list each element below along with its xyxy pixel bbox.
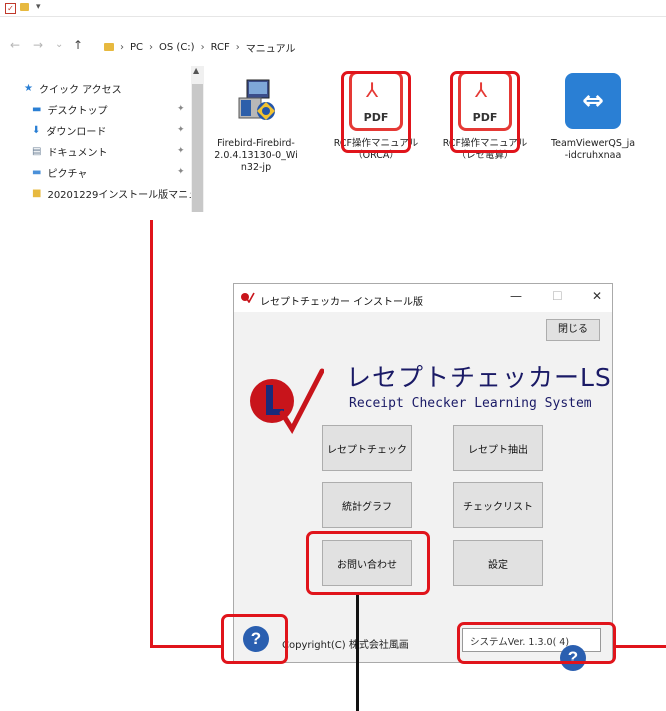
- connector-line: [150, 220, 153, 648]
- breadcrumb-item-manual[interactable]: マニュアル: [246, 40, 296, 55]
- nav-item-desktop[interactable]: ▬ デスクトップ ✦: [24, 99, 204, 120]
- brand-title-en: Receipt Checker Learning System: [349, 396, 592, 411]
- breadcrumb-item-drive[interactable]: OS (C:): [159, 42, 195, 53]
- highlight-box-version: [457, 622, 616, 664]
- minimize-button[interactable]: —: [510, 289, 522, 303]
- file-item-teamviewer[interactable]: ⇔ TeamViewerQS_ja -idcruhxnaa: [548, 70, 638, 162]
- highlight-box-pdf-orca: [341, 71, 411, 153]
- installer-dialog: レセプトチェッカー インストール版 — ☐ ✕ 閉じる レセプトチェッカーLS …: [233, 283, 613, 663]
- file-name: -idcruhxnaa: [564, 150, 622, 161]
- breadcrumb: › PC › OS (C:) › RCF › マニュアル: [104, 39, 295, 55]
- maximize-button[interactable]: ☐: [552, 289, 563, 303]
- pin-icon: ✦: [177, 104, 185, 114]
- nav-item-manual-folder[interactable]: ■ 20201229インストール版マニュアル: [24, 183, 192, 204]
- checkbox-icon[interactable]: ✓: [5, 3, 16, 14]
- file-name: 2.0.4.13130-0_Wi: [214, 150, 298, 161]
- file-name: Firebird-Firebird-: [217, 138, 295, 149]
- scroll-up-icon[interactable]: ▲: [193, 66, 199, 75]
- nav-item-label: ダウンロード: [46, 127, 107, 138]
- recent-locations-icon[interactable]: ⌄: [55, 39, 63, 50]
- breadcrumb-separator: ›: [149, 41, 154, 53]
- address-bar-row: [0, 32, 666, 58]
- nav-item-label: ドキュメント: [47, 148, 108, 159]
- folder-icon: [104, 43, 114, 51]
- breadcrumb-separator: ›: [235, 41, 240, 53]
- pin-icon: ✦: [177, 167, 185, 177]
- folder-icon[interactable]: [20, 3, 29, 11]
- close-window-button[interactable]: ✕: [592, 289, 602, 303]
- up-arrow-icon[interactable]: ↑: [73, 38, 83, 52]
- copyright-text: Copyright(C) 株式会社風画: [282, 640, 409, 651]
- stats-graph-button[interactable]: 統計グラフ: [322, 482, 412, 528]
- checklist-button[interactable]: チェックリスト: [453, 482, 543, 528]
- nav-item-documents[interactable]: ▤ ドキュメント ✦: [24, 141, 204, 162]
- nav-item-label: 20201229インストール版マニュアル: [47, 190, 192, 201]
- setup-icon: [238, 79, 275, 120]
- close-button[interactable]: 閉じる: [546, 319, 600, 341]
- settings-button[interactable]: 設定: [453, 540, 543, 586]
- receipt-check-button[interactable]: レセプトチェック: [322, 425, 412, 471]
- app-logo-icon: [241, 292, 255, 303]
- file-item-firebird[interactable]: Firebird-Firebird- 2.0.4.13130-0_Wi n32-…: [211, 70, 301, 174]
- file-name: n32-jp: [240, 162, 272, 173]
- brand-title-jp: レセプトチェッカーLS: [346, 363, 612, 392]
- connector-line: [356, 595, 359, 711]
- download-icon: ⬇: [32, 125, 41, 136]
- star-icon: ★: [24, 83, 33, 94]
- nav-item-quick-access[interactable]: ★ クイック アクセス: [24, 78, 204, 99]
- nav-item-label: デスクトップ: [47, 106, 108, 117]
- nav-item-label: クイック アクセス: [38, 85, 122, 96]
- highlight-box-pdf-rece: [450, 71, 520, 153]
- pictures-icon: ▬: [32, 167, 42, 178]
- nav-item-downloads[interactable]: ⬇ ダウンロード ✦: [24, 120, 204, 141]
- receipt-extract-button[interactable]: レセプト抽出: [453, 425, 543, 471]
- pin-icon: ✦: [177, 125, 185, 135]
- nav-item-pictures[interactable]: ▬ ピクチャ ✦: [24, 162, 204, 183]
- highlight-box-inquiry: [306, 531, 430, 595]
- chevron-down-icon[interactable]: ▾: [36, 2, 41, 12]
- desktop-icon: ▬: [32, 104, 42, 115]
- document-icon: ▤: [32, 146, 42, 157]
- brand-logo: [250, 368, 324, 435]
- breadcrumb-item-rcf[interactable]: RCF: [211, 42, 230, 53]
- explorer-titlebar: [0, 0, 666, 17]
- scrollbar-thumb[interactable]: [192, 84, 203, 212]
- navigation-pane: ★ クイック アクセス ▬ デスクトップ ✦ ⬇ ダウンロード ✦ ▤ ドキュメ…: [24, 78, 204, 204]
- connector-line: [150, 645, 222, 648]
- dialog-title: レセプトチェッカー インストール版: [260, 297, 423, 308]
- file-name: TeamViewerQS_ja: [550, 138, 636, 149]
- folder-icon: ■: [32, 188, 42, 199]
- connector-line: [616, 645, 666, 648]
- breadcrumb-item-pc[interactable]: PC: [130, 42, 143, 53]
- breadcrumb-separator: ›: [200, 41, 205, 53]
- teamviewer-icon: ⇔: [565, 73, 621, 129]
- pin-icon: ✦: [177, 146, 185, 156]
- back-arrow-icon[interactable]: ←: [10, 38, 20, 52]
- nav-item-label: ピクチャ: [47, 169, 88, 180]
- breadcrumb-separator: ›: [120, 41, 124, 53]
- highlight-box-help: [221, 614, 288, 664]
- forward-arrow-icon[interactable]: →: [33, 38, 43, 52]
